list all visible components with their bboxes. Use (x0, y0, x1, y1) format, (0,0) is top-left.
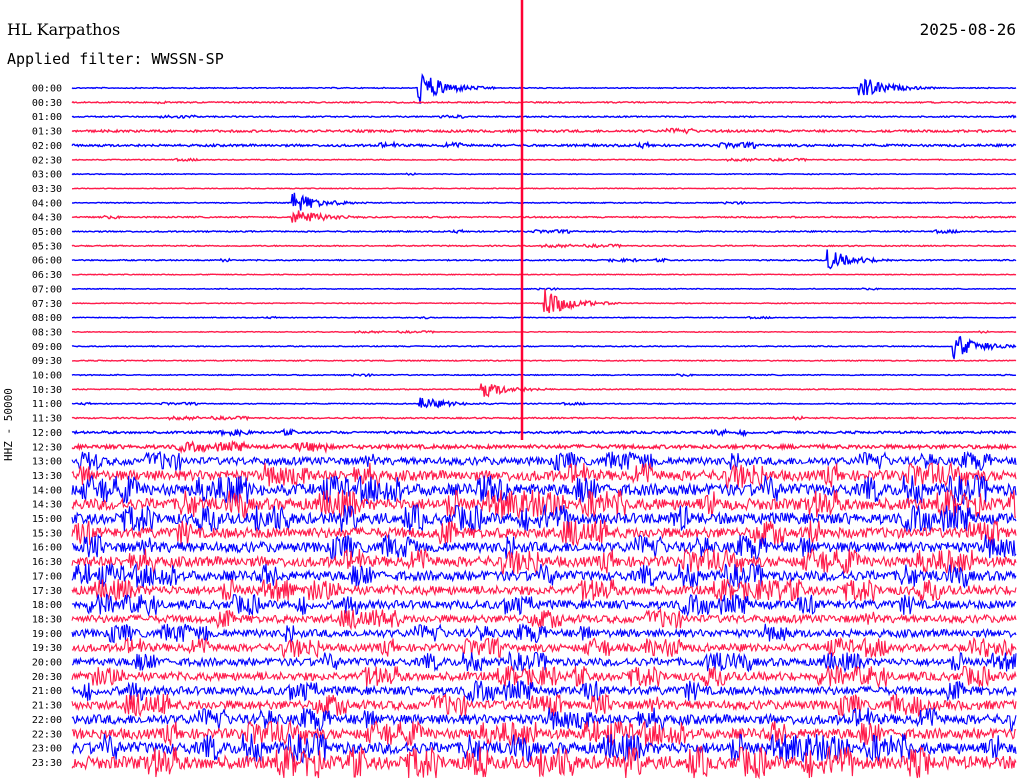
time-label: 21:00 (32, 686, 62, 697)
time-label: 11:00 (32, 399, 62, 410)
time-label: 02:00 (32, 141, 62, 152)
trace-row-1030 (71, 383, 1017, 398)
trace-row-1130 (71, 414, 1017, 422)
trace-row-0400 (71, 192, 1017, 211)
time-label: 22:00 (32, 715, 62, 726)
time-label: 23:00 (32, 744, 62, 755)
time-label: 00:30 (32, 98, 62, 109)
time-label: 02:30 (32, 155, 62, 166)
trace-row-1230 (71, 439, 1017, 455)
time-label: 20:30 (32, 672, 62, 683)
trace-row-2330 (71, 745, 1017, 780)
time-label: 17:30 (32, 586, 62, 597)
trace-row-0100 (71, 113, 1017, 120)
trace-row-0830 (71, 329, 1017, 335)
time-label: 14:30 (32, 500, 62, 511)
time-label: 15:00 (32, 514, 62, 525)
time-label: 04:30 (32, 213, 62, 224)
time-label: 04:00 (32, 198, 62, 209)
trace-row-1200 (71, 427, 1017, 438)
trace-row-0500 (71, 228, 1017, 235)
time-label: 22:30 (32, 729, 62, 740)
trace-row-1700 (71, 562, 1017, 589)
trace-row-1000 (71, 372, 1017, 378)
trace-row-0030 (71, 100, 1017, 105)
time-label: 18:30 (32, 614, 62, 625)
trace-row-0530 (71, 242, 1017, 249)
time-label: 08:30 (32, 327, 62, 338)
record-date: 2025-08-26 (919, 20, 1016, 39)
time-label: 23:30 (32, 758, 62, 769)
time-label: 21:30 (32, 701, 62, 712)
trace-row-0130 (71, 127, 1016, 135)
trace-row-0930 (72, 359, 1017, 363)
trace-row-0330 (71, 187, 1017, 190)
time-label: 10:00 (32, 371, 62, 382)
time-label: 06:00 (32, 256, 62, 267)
trace-row-1830 (71, 607, 1017, 631)
time-label: 09:30 (32, 356, 62, 367)
channel-scale-label: HHZ - 50000 (2, 388, 15, 462)
seismogram-plot: 00:00 00:30 01:00 01:30 02:00 02:30 03:00 03:30… (32, 0, 1017, 780)
trace-row-0730 (71, 289, 1017, 314)
time-label: 06:30 (32, 270, 62, 281)
time-label: 12:30 (32, 442, 62, 453)
time-label: 11:30 (32, 414, 62, 425)
trace-row-1530 (71, 519, 1017, 547)
trace-row-2300 (71, 733, 1017, 764)
time-axis-labels: 00:00 00:30 01:00 01:30 02:00 02:30 03:00 03:30… (32, 84, 62, 769)
time-label: 10:30 (32, 385, 62, 396)
time-label: 15:30 (32, 528, 62, 539)
time-label: 01:30 (32, 127, 62, 138)
time-label: 17:00 (32, 571, 62, 582)
trace-row-0900 (71, 335, 1017, 360)
trace-row-1300 (71, 450, 1017, 472)
time-label: 16:30 (32, 557, 62, 568)
time-label: 07:00 (32, 284, 62, 295)
trace-row-1730 (71, 578, 1017, 602)
time-label: 01:00 (32, 112, 62, 123)
time-label: 19:30 (32, 643, 62, 654)
seismogram-traces (71, 72, 1017, 780)
time-label: 14:00 (32, 485, 62, 496)
trace-row-1600 (71, 533, 1017, 561)
trace-row-0230 (71, 157, 1017, 163)
trace-row-0800 (72, 315, 1017, 320)
trace-row-2130 (71, 692, 1017, 718)
station-name: HL Karpathos (7, 20, 121, 39)
time-label: 18:00 (32, 600, 62, 611)
time-label: 16:00 (32, 543, 62, 554)
time-label: 09:00 (32, 342, 62, 353)
filter-label: Applied filter: WWSSN-SP (7, 50, 224, 68)
time-label: 03:00 (32, 170, 62, 181)
time-label: 00:00 (32, 84, 62, 95)
time-label: 13:30 (32, 471, 62, 482)
time-label: 12:00 (32, 428, 62, 439)
trace-row-0700 (71, 287, 1017, 291)
time-label: 07:30 (32, 299, 62, 310)
trace-row-1630 (71, 547, 1017, 576)
trace-row-0000 (71, 72, 1017, 104)
trace-row-1100 (71, 397, 1016, 409)
trace-row-1900 (71, 622, 1017, 644)
time-label: 08:00 (32, 313, 62, 324)
trace-row-0430 (71, 210, 1017, 223)
trace-row-0300 (71, 172, 1017, 176)
trace-row-2030 (71, 665, 1017, 689)
trace-row-0200 (71, 140, 1017, 150)
time-label: 13:00 (32, 457, 62, 468)
time-label: 05:00 (32, 227, 62, 238)
time-label: 20:00 (32, 658, 62, 669)
time-label: 05:30 (32, 241, 62, 252)
time-label: 19:00 (32, 629, 62, 640)
trace-row-0630 (71, 273, 1017, 276)
time-label: 03:30 (32, 184, 62, 195)
trace-row-0600 (71, 249, 1017, 270)
